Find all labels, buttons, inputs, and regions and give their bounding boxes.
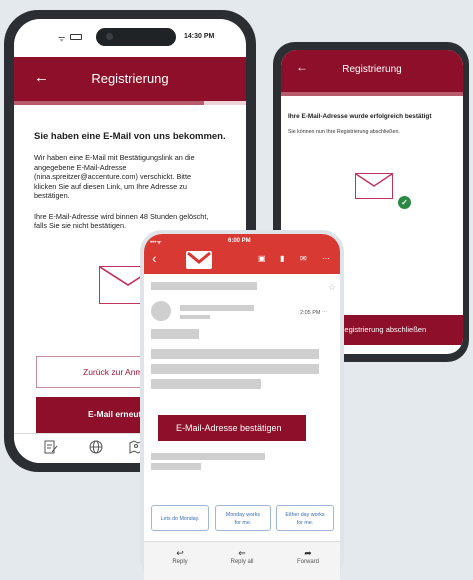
app-header: ← Registrierung: [281, 50, 463, 92]
email-timestamp: 2:05 PM ⋯: [300, 310, 328, 316]
body-placeholder: [151, 379, 261, 389]
subject-placeholder: [151, 282, 257, 290]
signal-icon: •••ᯤ: [150, 240, 162, 246]
status-time: 6:00 PM: [228, 238, 251, 244]
progress-fill: [14, 101, 205, 105]
phone-email-client: •••ᯤ 6:00 PM ‹ ▣ ▮ ✉ ⋯ ☆ 2:05 PM ⋯ E-Mai…: [140, 230, 344, 580]
email-header: •••ᯤ 6:00 PM ‹ ▣ ▮ ✉ ⋯: [144, 234, 340, 274]
body-placeholder: [151, 329, 199, 339]
checkmark-icon: ✓: [398, 196, 411, 209]
text-line: bestätigen.: [34, 191, 70, 200]
smart-reply-chip[interactable]: Lets do Monday.: [151, 505, 209, 531]
text-line: angegebene E-Mail-Adresse: [34, 162, 127, 172]
chip-label: Monday works: [225, 512, 261, 518]
status-time: 14:30 PM: [184, 33, 215, 40]
body-placeholder: [151, 364, 319, 374]
battery-icon: [70, 34, 82, 40]
chip-label: for me.: [296, 520, 314, 526]
heading: Sie haben eine E-Mail von uns bekommen.: [34, 131, 226, 142]
info-paragraph: Wir haben eine E-Mail mit Bestätigungsli…: [34, 153, 230, 201]
reply-button[interactable]: ↩ Reply: [160, 548, 200, 565]
text-line: Ihre E-Mail-Adresse wird binnen 48 Stund…: [34, 211, 209, 221]
action-label: Forward: [296, 559, 319, 565]
deletion-paragraph: Ihre E-Mail-Adresse wird binnen 48 Stund…: [34, 212, 230, 231]
button-label: Zurück zur Anme: [83, 367, 148, 377]
back-chevron-icon[interactable]: ‹: [152, 250, 157, 266]
progress-bar: [281, 92, 463, 96]
header-title: Registrierung: [342, 64, 402, 75]
chip-label: for me.: [234, 520, 252, 526]
dynamic-island: [96, 28, 176, 46]
button-label: Registrierung abschließen: [339, 325, 427, 334]
envelope-icon: [355, 173, 393, 199]
edit-document-icon[interactable]: [44, 440, 58, 457]
status-bar: ᯤ 14:30 PM: [14, 19, 246, 57]
wifi-icon: ᯤ: [58, 34, 66, 43]
smart-reply-chip[interactable]: Either day works for me.: [276, 505, 334, 531]
progress-bar: [14, 101, 246, 105]
heading: Ihre E-Mail-Adresse wurde erfolgreich be…: [288, 113, 432, 120]
archive-icon[interactable]: ▣: [258, 254, 266, 263]
star-icon[interactable]: ☆: [328, 282, 336, 293]
reply-all-button[interactable]: ⇐ Reply all: [222, 548, 262, 565]
app-header: ← Registrierung: [14, 57, 246, 101]
recipient-placeholder: [180, 315, 210, 319]
trash-icon[interactable]: ▮: [280, 254, 284, 263]
progress-fill: [281, 92, 463, 96]
body-placeholder: [151, 349, 319, 359]
forward-button[interactable]: ➦ Forward: [288, 548, 328, 565]
smart-reply-chip[interactable]: Monday works for me.: [215, 505, 271, 531]
body-placeholder: [151, 453, 265, 460]
body-placeholder: [151, 463, 201, 470]
mail-icon[interactable]: ✉: [300, 254, 307, 263]
action-label: Reply all: [230, 559, 254, 565]
globe-icon[interactable]: [89, 440, 103, 457]
action-label: Reply: [172, 559, 188, 565]
more-icon[interactable]: ⋯: [322, 254, 330, 263]
gmail-logo-icon: [186, 251, 212, 269]
chip-label: Either day works: [285, 512, 325, 518]
info-text: Sie können nun Ihre Registrierung abschl…: [288, 129, 400, 135]
email-action-bar: ↩ Reply ⇐ Reply all ➦ Forward: [144, 541, 340, 580]
content: Sie haben eine E-Mail von uns bekommen. …: [14, 131, 246, 231]
button-label: E-Mail-Adresse bestätigen: [176, 423, 282, 433]
header-title: Registrierung: [91, 71, 169, 86]
forward-icon: ➦: [304, 548, 312, 558]
chip-label: Lets do Monday.: [160, 516, 200, 522]
sender-placeholder: [180, 305, 254, 311]
text-line: (nina.spreitzer@accenture.com) verschick…: [34, 172, 192, 181]
avatar: [151, 301, 171, 321]
reply-all-icon: ⇐: [238, 548, 246, 558]
confirm-email-button[interactable]: E-Mail-Adresse bestätigen: [158, 415, 306, 441]
text-line: Wir haben eine E-Mail mit Bestätigungsli…: [34, 153, 195, 162]
timestamp-text: 2:05 PM: [300, 310, 321, 316]
reply-icon: ↩: [176, 548, 184, 558]
phone-screen: •••ᯤ 6:00 PM ‹ ▣ ▮ ✉ ⋯ ☆ 2:05 PM ⋯ E-Mai…: [144, 234, 340, 580]
camera-icon: [106, 33, 113, 40]
text-line: klicken Sie auf diesen Link, um Ihre Adr…: [34, 181, 187, 191]
